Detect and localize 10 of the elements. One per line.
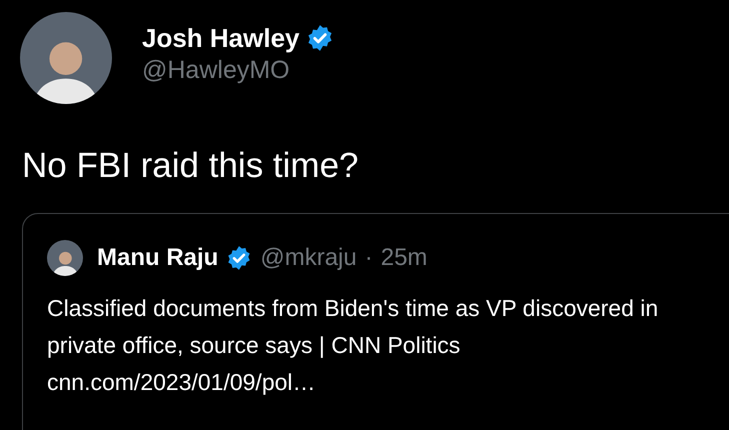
quoted-tweet-time: 25m (380, 246, 428, 270)
avatar[interactable] (47, 240, 83, 276)
tweet-text: No FBI raid this time? (21, 148, 360, 183)
quoted-tweet-card[interactable]: Manu Raju @mkraju · 25m Classified documents from Biden's time as VP discovered in private office, source says | CNN Politics cnn.com/2023/01/09/pol… (22, 213, 729, 430)
quoted-author-handle: @mkraju (260, 246, 357, 270)
author-handle[interactable]: @HawleyMO (142, 58, 334, 82)
author-name[interactable]: Josh Hawley (142, 24, 300, 50)
quoted-tweet-text: Classified documents from Biden's time as VP discovered in private office, source says | CNN Politics cnn.com/2023/01/09/pol… (47, 294, 660, 397)
separator-dot: · (364, 246, 373, 270)
quoted-author-name: Manu Raju (97, 246, 218, 270)
